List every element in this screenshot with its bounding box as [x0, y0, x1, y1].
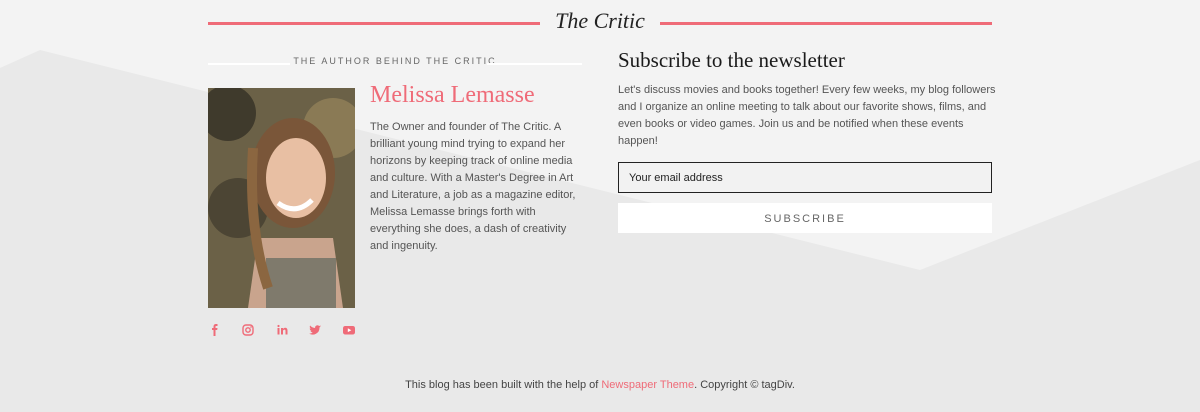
newsletter-description: Let's discuss movies and books together!… [618, 84, 996, 147]
footer-credits: This blog has been built with the help o… [0, 379, 1200, 391]
linkedin-icon[interactable] [275, 323, 289, 337]
header-divider-left [208, 22, 540, 25]
footer-text-before: This blog has been built with the help o… [405, 379, 602, 391]
footer-text-after: . Copyright © tagDiv. [694, 379, 795, 391]
youtube-icon[interactable] [342, 323, 356, 337]
author-label-line-right [487, 63, 582, 65]
author-photo [208, 88, 355, 308]
instagram-icon[interactable] [241, 323, 255, 337]
newspaper-theme-link[interactable]: Newspaper Theme [601, 379, 694, 391]
site-title[interactable]: The Critic [540, 8, 660, 34]
newsletter-title: Subscribe to the newsletter [618, 48, 845, 72]
author-name[interactable]: Melissa Lemasse [370, 82, 535, 109]
facebook-icon[interactable] [208, 323, 222, 337]
email-field[interactable] [619, 163, 991, 192]
header-divider-right [660, 22, 992, 25]
email-field-wrapper [618, 162, 992, 193]
subscribe-button[interactable]: SUBSCRIBE [618, 203, 992, 233]
author-bio: The Owner and founder of The Critic. A b… [370, 121, 576, 252]
twitter-icon[interactable] [308, 323, 322, 337]
